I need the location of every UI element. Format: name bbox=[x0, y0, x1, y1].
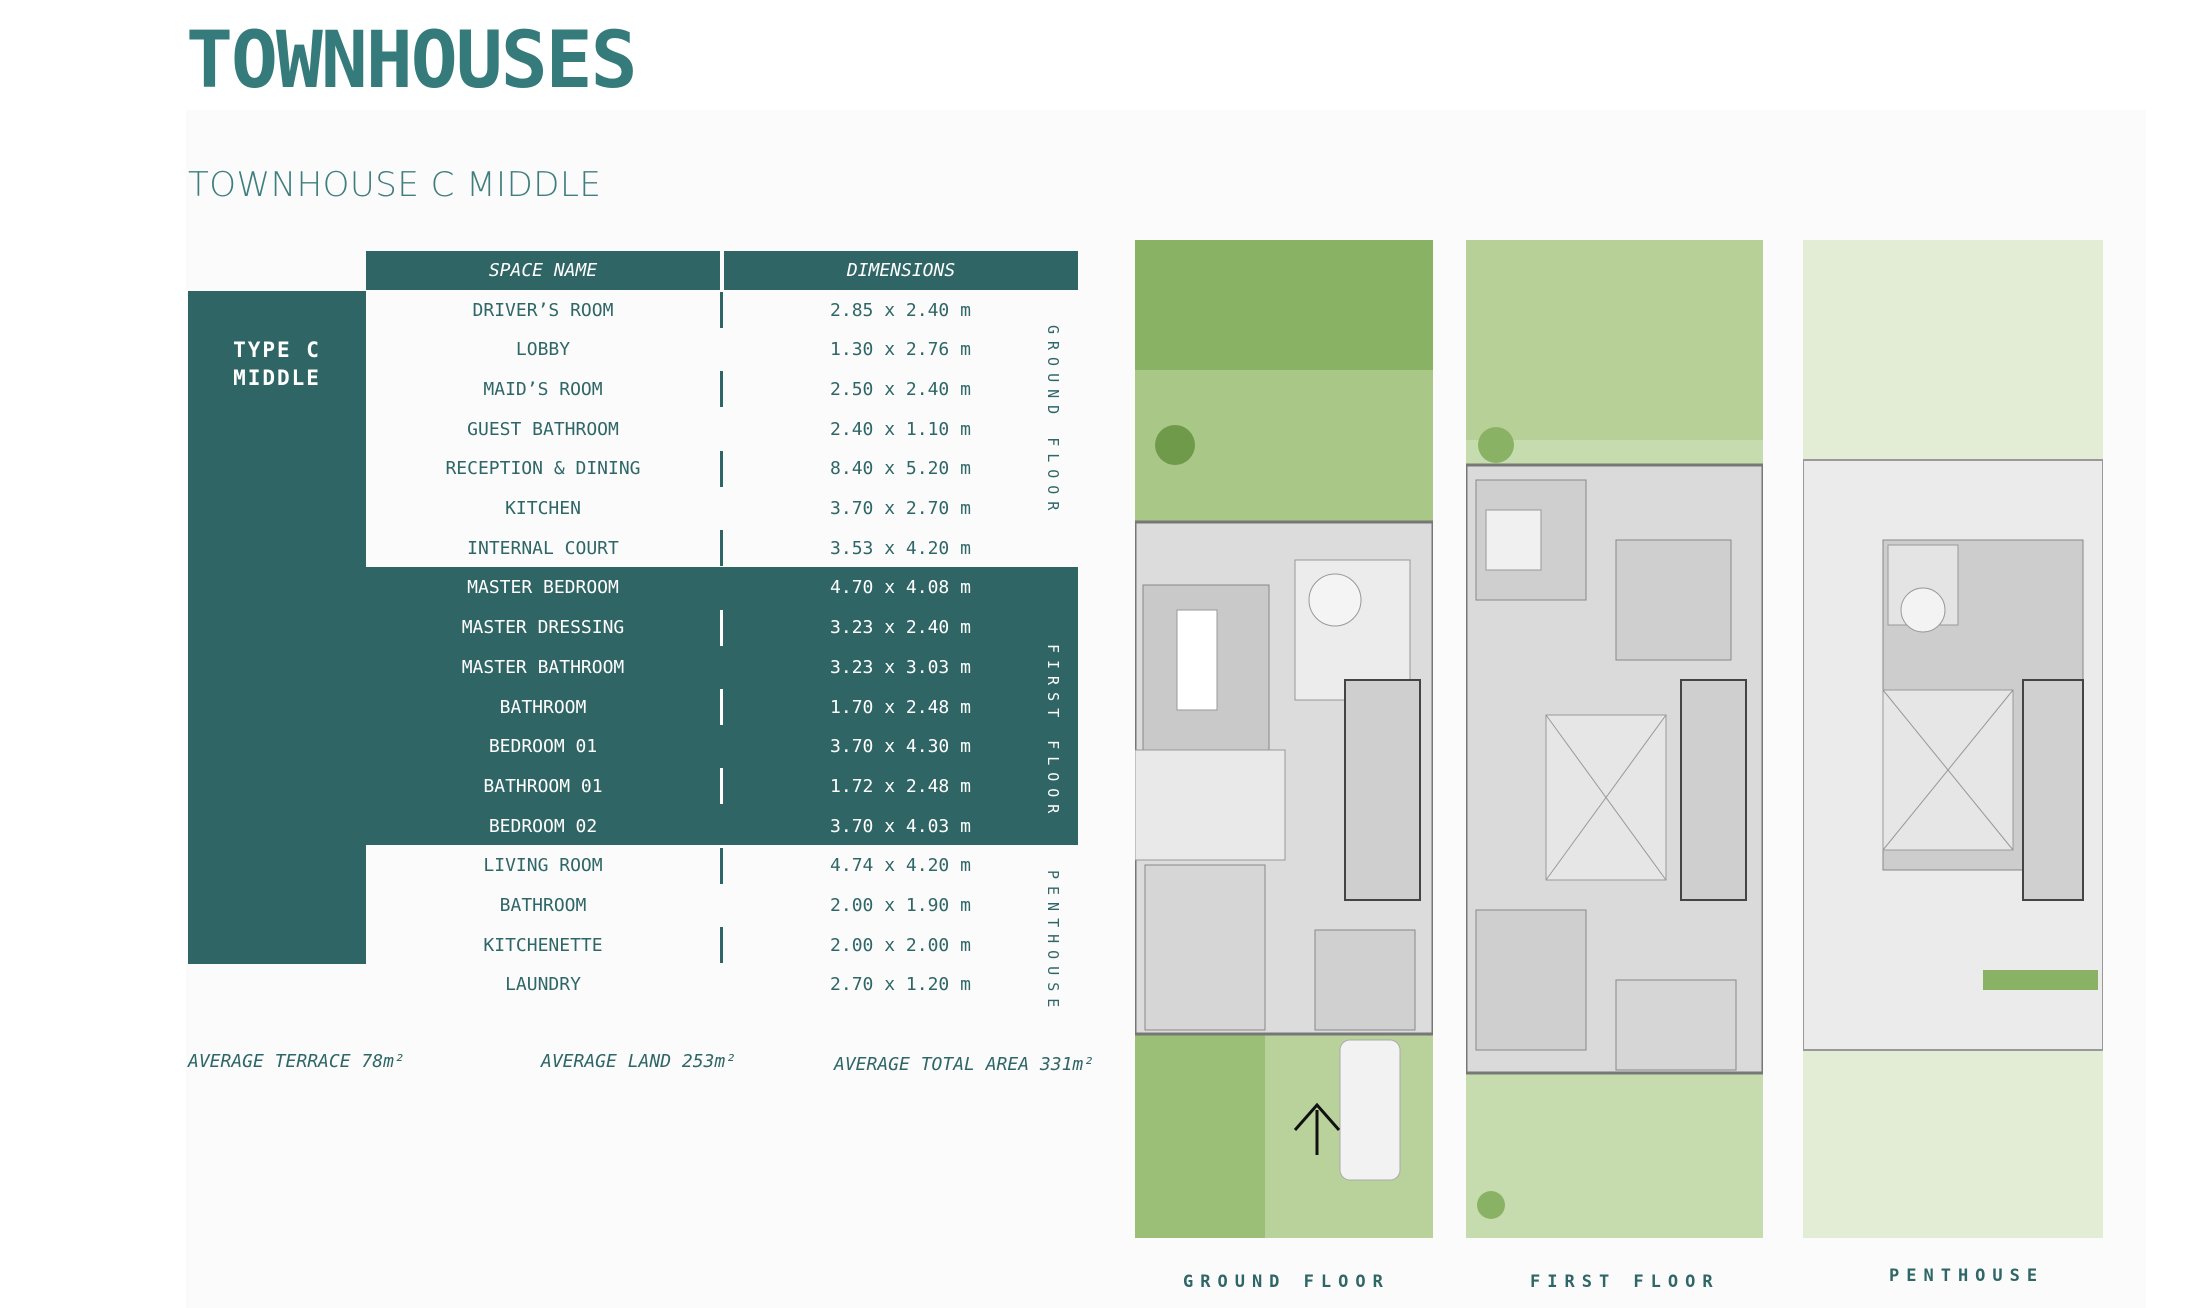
space-name-cell: MASTER BATHROOM bbox=[461, 656, 625, 678]
column-divider bbox=[720, 450, 723, 487]
column-divider bbox=[720, 689, 723, 725]
average-land: AVERAGE LAND 253m² bbox=[541, 1051, 737, 1072]
dimension-cell: 1.30 x 2.76 m bbox=[830, 339, 971, 361]
type-label-line2: MIDDLE bbox=[233, 366, 321, 390]
space-name-cell: BATHROOM bbox=[499, 696, 587, 718]
space-name-cell: LOBBY bbox=[515, 339, 571, 361]
space-name-cell: RECEPTION & DINING bbox=[445, 458, 641, 480]
type-label: TYPE C MIDDLE bbox=[188, 336, 366, 392]
dimension-cell: 3.70 x 4.03 m bbox=[830, 815, 971, 837]
dimension-cell: 2.40 x 1.10 m bbox=[830, 418, 971, 440]
space-name-cell: MAID’S ROOM bbox=[483, 378, 603, 400]
ground-floor-label: GROUND FLOOR bbox=[1183, 1272, 1390, 1292]
floor-tag-penthouse: PENTHOUSE bbox=[1044, 870, 1062, 1015]
dimension-cell: 1.72 x 2.48 m bbox=[830, 775, 971, 797]
space-name-cell: DRIVER’S ROOM bbox=[472, 299, 614, 321]
space-name-cell: MASTER BEDROOM bbox=[467, 577, 619, 599]
page-subtitle: TOWNHOUSE C MIDDLE bbox=[188, 165, 602, 205]
space-name-cell: KITCHEN bbox=[505, 498, 581, 519]
average-terrace: AVERAGE TERRACE 78m² bbox=[188, 1051, 405, 1072]
table-row: BEDROOM 01 3.70 x 4.30 m bbox=[366, 727, 1078, 767]
type-label-line1: TYPE C bbox=[233, 338, 321, 362]
column-divider bbox=[720, 371, 723, 408]
ground-floor-plan bbox=[1135, 240, 1433, 1238]
column-divider bbox=[720, 609, 723, 646]
space-name-cell: BATHROOM 01 bbox=[483, 775, 603, 797]
table-row: BATHROOM 2.00 x 1.90 m bbox=[366, 886, 1078, 926]
average-total-area: AVERAGE TOTAL AREA 331m² bbox=[834, 1054, 1095, 1075]
dimension-cell: 3.70 x 2.70 m bbox=[830, 498, 971, 519]
dimensions-header: DIMENSIONS bbox=[724, 251, 1078, 290]
first-floor-plan bbox=[1466, 240, 1763, 1238]
dimension-cell: 2.00 x 2.00 m bbox=[830, 934, 971, 956]
space-name-header: SPACE NAME bbox=[366, 251, 720, 290]
first-floor-label: FIRST FLOOR bbox=[1530, 1272, 1720, 1292]
penthouse-plan bbox=[1803, 240, 2103, 1238]
table-row: MASTER BATHROOM 3.23 x 3.03 m bbox=[366, 647, 1078, 687]
dimension-cell: 2.00 x 1.90 m bbox=[830, 895, 971, 916]
space-name-cell: INTERNAL COURT bbox=[467, 537, 619, 559]
space-name-cell: BATHROOM bbox=[499, 895, 587, 916]
table-row: MASTER BEDROOM 4.70 x 4.08 m bbox=[366, 568, 1078, 608]
space-name-cell: KITCHENETTE bbox=[483, 934, 603, 956]
table-row: LOBBY 1.30 x 2.76 m bbox=[366, 330, 1078, 370]
column-divider bbox=[720, 292, 723, 328]
page-title: TOWNHOUSES bbox=[186, 16, 638, 106]
dimension-cell: 4.70 x 4.08 m bbox=[830, 577, 971, 599]
space-name-cell: GUEST BATHROOM bbox=[467, 418, 619, 440]
floor-tag-first: FIRST FLOOR bbox=[1044, 644, 1062, 821]
dimension-cell: 1.70 x 2.48 m bbox=[830, 696, 971, 718]
dimension-cell: 2.50 x 2.40 m bbox=[830, 378, 971, 400]
space-name-cell: LAUNDRY bbox=[505, 974, 581, 996]
space-name-cell: LIVING ROOM bbox=[483, 855, 603, 877]
column-divider bbox=[720, 768, 723, 805]
dimension-cell: 2.70 x 1.20 m bbox=[830, 974, 971, 996]
floor-tag-ground: GROUND FLOOR bbox=[1044, 325, 1062, 518]
space-name-cell: BEDROOM 01 bbox=[488, 736, 598, 758]
dimension-cell: 3.23 x 2.40 m bbox=[830, 617, 971, 639]
dimension-cell: 4.74 x 4.20 m bbox=[830, 855, 971, 877]
table-row: BEDROOM 02 3.70 x 4.03 m bbox=[366, 806, 1078, 846]
table-row: KITCHEN 3.70 x 2.70 m bbox=[366, 489, 1078, 529]
column-divider bbox=[720, 847, 723, 884]
dimension-cell: 8.40 x 5.20 m bbox=[830, 458, 971, 480]
dimension-cell: 2.85 x 2.40 m bbox=[830, 299, 971, 321]
space-name-cell: MASTER DRESSING bbox=[461, 617, 625, 639]
table-row: GUEST BATHROOM 2.40 x 1.10 m bbox=[366, 409, 1078, 449]
dimension-cell: 3.53 x 4.20 m bbox=[830, 537, 971, 559]
column-divider bbox=[720, 927, 723, 964]
column-divider bbox=[720, 530, 723, 567]
table-row: LAUNDRY 2.70 x 1.20 m bbox=[366, 965, 1078, 1005]
space-name-cell: BEDROOM 02 bbox=[488, 815, 598, 837]
dimension-cell: 3.23 x 3.03 m bbox=[830, 656, 971, 678]
dimension-cell: 3.70 x 4.30 m bbox=[830, 736, 971, 758]
penthouse-label: PENTHOUSE bbox=[1889, 1266, 2045, 1286]
